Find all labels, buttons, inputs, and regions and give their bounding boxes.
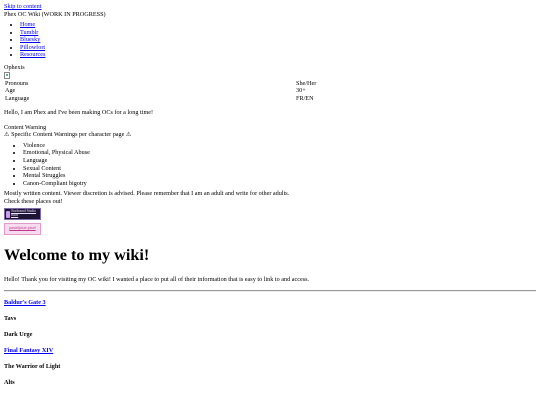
link-button-pastel[interactable]: pastelpixie pixel [4,223,41,236]
link-button-starbound[interactable]: Starbound Studio Burn [4,208,41,221]
nav-menu: Home Tumblr Bluesky Pillowfort Resources [4,21,536,59]
content-warning-list: Violence Emotional, Physical Abuse Langu… [4,142,536,187]
nav-item-tumblr: Tumblr [20,29,536,37]
info-table: Pronouns She/Her Age 30+ Language FR/EN [4,80,534,103]
nav-link-home[interactable]: Home [20,21,35,28]
nav-link-tumblr[interactable]: Tumblr [20,29,38,36]
site-title: Phex OC Wiki (WORK IN PROGRESS) [4,10,106,18]
intro-text: Hello, I am Phex and I've been making OC… [4,109,154,117]
table-row: Language FR/EN [4,95,534,103]
section-tavs: Tavs [4,314,17,322]
welcome-text: Hello! Thank you for visiting my OC wiki… [4,276,310,284]
nav-link-bluesky[interactable]: Bluesky [20,36,40,43]
section-dark-urge: Dark Urge [4,330,33,338]
divider [4,289,536,292]
nav-item-resources: Resources [20,51,536,59]
table-row: Pronouns She/Her [4,80,534,88]
language-value: FR/EN [296,94,314,102]
list-item: Mental Struggles [23,172,536,180]
list-item: Emotional, Physical Abuse [23,149,536,157]
nav-item-pillowfort: Pillowfort [20,44,536,52]
page: Skip to content Phex OC Wiki (WORK IN PR… [0,0,540,387]
list-item: Violence [23,142,536,150]
welcome-heading: Welcome to my wiki! [4,246,150,265]
nav-item-home: Home [20,21,536,29]
character-sprite-icon [6,211,10,219]
section-warrior-of-light: The Warrior of Light [4,363,61,370]
nav-item-bluesky: Bluesky [20,36,536,44]
button-text: pastelpixie pixel [9,225,36,231]
list-item: Language [23,157,536,165]
pronouns-label: Pronouns [5,79,29,87]
broken-image-icon [4,71,10,79]
section-bg3: Baldur's Gate 3 [4,299,536,307]
nav-link-resources[interactable]: Resources [20,51,45,58]
disclaimer-text: Mostly written content. Viewer discretio… [4,190,290,198]
skip-to-content-link[interactable]: Skip to content [4,3,536,11]
content-warning-subtitle: ⚠ Specific Content Warnings per characte… [4,131,132,139]
bg3-link[interactable]: Baldur's Gate 3 [4,299,46,306]
list-item: Sexual Content [23,165,536,173]
list-item: Canon-Compliant bigotry [23,180,536,188]
button-text: Starbound Studio Burn [11,208,37,217]
age-value: 30+ [296,87,306,95]
language-label: Language [5,94,30,102]
pronouns-value: She/Her [296,79,317,87]
table-row: Age 30+ [4,87,534,95]
content-warning-title: Content Warning [4,123,47,131]
section-alts: Alts [4,379,15,387]
age-label: Age [5,87,16,95]
section-ffxiv: Final Fantasy XIV [4,347,536,355]
check-places-text: Check these places out! [4,197,63,205]
ffxiv-link[interactable]: Final Fantasy XIV [4,347,53,354]
character-name: Ophexis [4,63,25,71]
nav-link-pillowfort[interactable]: Pillowfort [20,44,45,51]
